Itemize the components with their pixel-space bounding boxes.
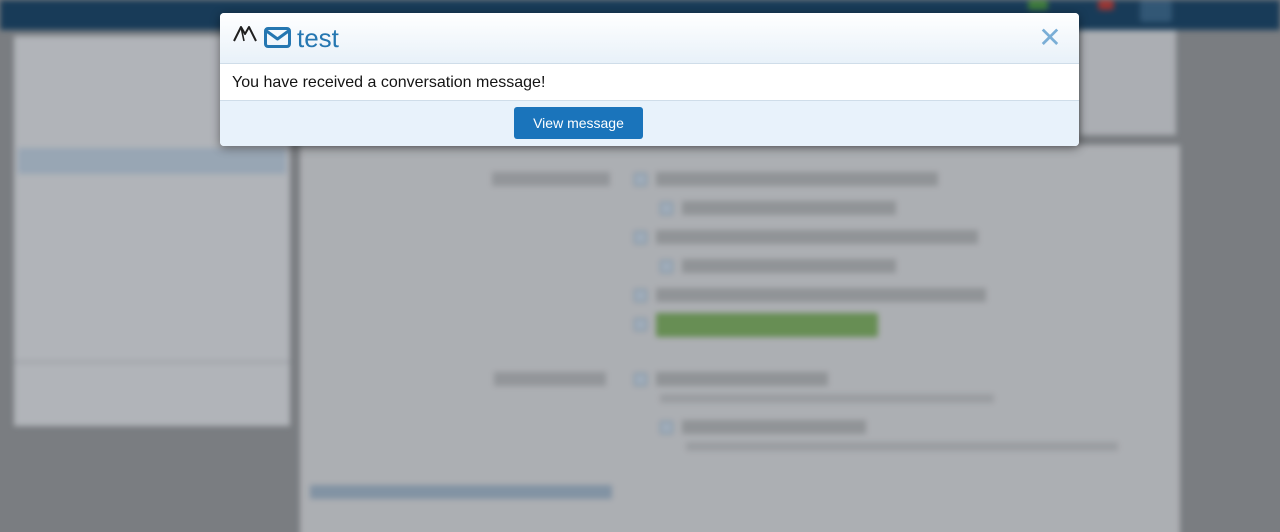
modal-footer: View message bbox=[220, 101, 1079, 146]
modal-title: test bbox=[297, 23, 339, 53]
modal-message: You have received a conversation message… bbox=[232, 74, 546, 91]
site-logo-icon bbox=[233, 26, 257, 42]
close-icon[interactable]: ✕ bbox=[1038, 23, 1062, 53]
modal-header: test ✕ bbox=[220, 13, 1079, 64]
envelope-icon bbox=[264, 27, 291, 48]
view-message-button[interactable]: View message bbox=[514, 107, 643, 139]
notification-modal: test ✕ You have received a conversation … bbox=[220, 13, 1079, 146]
modal-body: You have received a conversation message… bbox=[220, 65, 1079, 101]
